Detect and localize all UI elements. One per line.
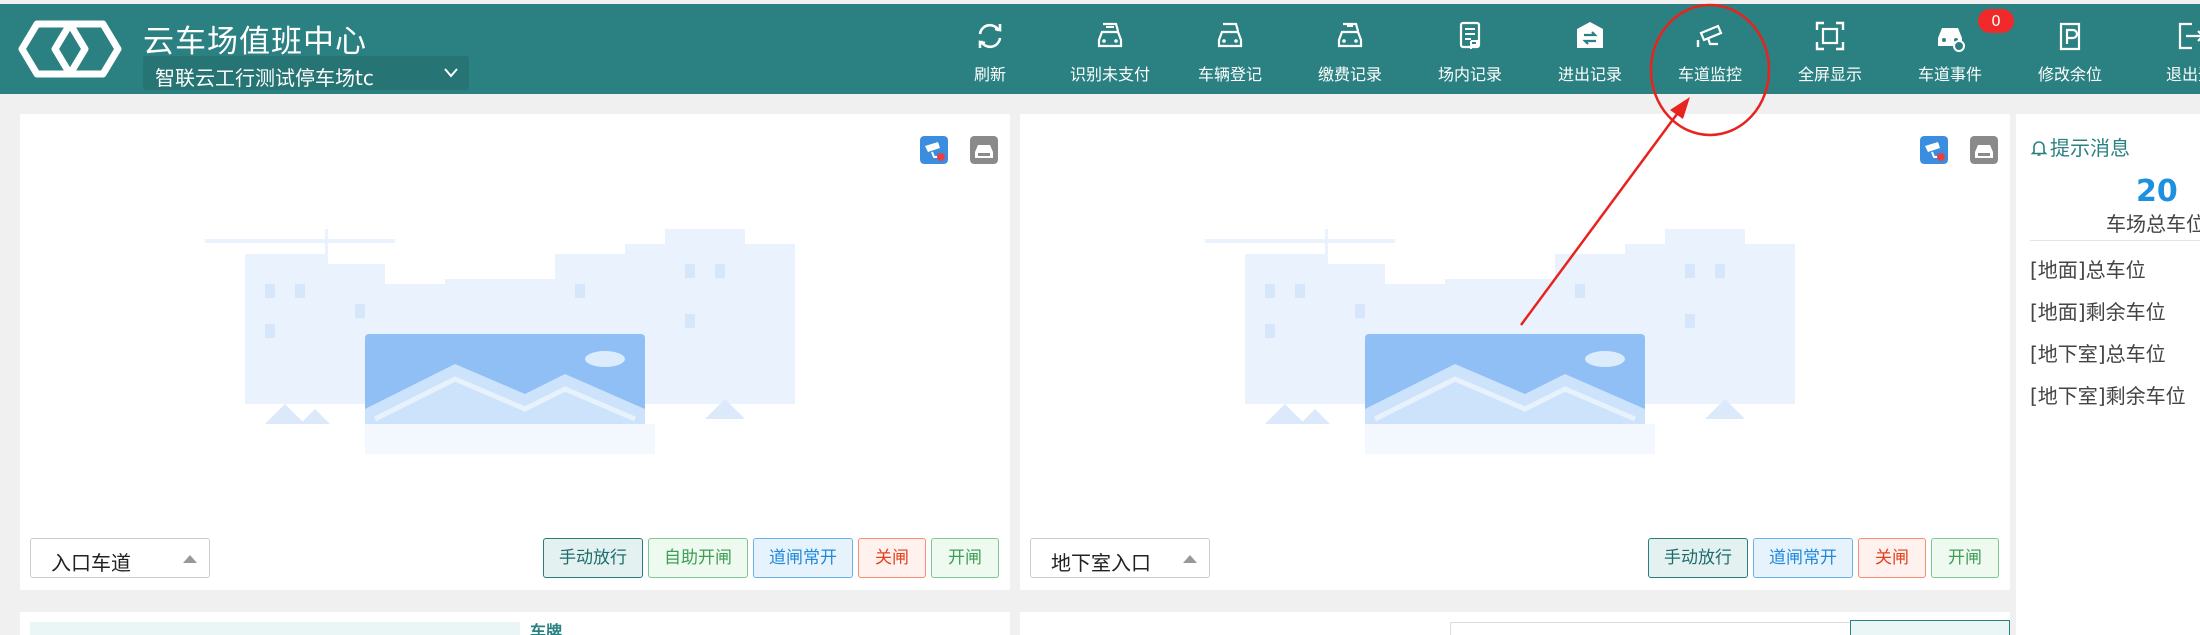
fullscreen-label: 全屏显示 [1797,65,1862,84]
camera-view-icon[interactable] [920,136,948,164]
in-lot-records-button[interactable]: 场内记录 [1410,4,1530,94]
register-label: 车辆登记 [1197,65,1262,84]
in-lot-records-label: 场内记录 [1437,65,1502,84]
lane-events-button[interactable]: 车道事件 0 [1890,4,2014,94]
logout-button[interactable]: 退出登 [2130,4,2200,94]
app-title: 云车场值班中心 [143,24,367,60]
parking-lot-select[interactable]: 智联云工行测试停车场tc [143,56,469,90]
refresh-button[interactable]: 刷新 [930,4,1050,94]
barrier-always-open-button[interactable]: 道闸常开 [753,538,853,578]
fullscreen-icon [1815,21,1845,51]
refresh-label: 刷新 [973,65,1006,84]
lane-events-label: 车道事件 [1917,65,1982,84]
fullscreen-button[interactable]: 全屏显示 [1770,4,1890,94]
car-event-icon [1938,28,1965,52]
search-button[interactable] [1850,620,2010,635]
document-icon [1459,21,1481,49]
unpaid-car-icon [1097,22,1123,48]
hint-messages-label: 提示消息 [2050,136,2130,160]
close-barrier-button[interactable]: 关闸 [1858,538,1926,578]
lane-select[interactable]: 地下室入口 [1030,538,1210,578]
lane-monitor-label: 车道监控 [1677,65,1742,84]
lane-select-value: 入口车道 [51,551,131,575]
logout-icon [2178,22,2200,50]
entry-exit-records-button[interactable]: 进出记录 [1530,4,1650,94]
record-panel-2 [1020,612,2010,635]
lane-select-value: 地下室入口 [1051,551,1151,575]
logout-label: 退出登 [2165,65,2200,84]
barrier-always-open-button[interactable]: 道闸常开 [1753,538,1853,578]
record-panel-1: 车牌 [20,612,1010,635]
hint-messages[interactable]: 提示消息 [2030,132,2130,161]
parking-lot-value: 智联云工行测试停车场tc [155,66,374,90]
car-view-icon[interactable] [1970,136,1998,164]
lane-panel-1: 入口车道 [20,114,1010,590]
lane-monitor-button[interactable]: 车道监控 [1650,4,1770,94]
no-image-illustration [1205,229,1795,454]
basement-total-row: [地下室]总车位 [2030,342,2166,366]
payment-records-button[interactable]: 缴费记录 [1290,4,1410,94]
divider [2030,240,2200,241]
payment-car-icon [1337,22,1363,48]
entry-exit-records-label: 进出记录 [1557,65,1622,84]
camera-icon [1696,24,1723,47]
app-logo-icon [18,20,122,78]
close-barrier-button[interactable]: 关闸 [858,538,926,578]
payment-records-label: 缴费记录 [1317,65,1382,84]
self-open-button[interactable]: 自助开闸 [648,538,748,578]
chevron-down-icon [444,68,458,78]
lane-panel-2: 地下室入口 [1020,114,2010,590]
basement-remaining-row: [地下室]剩余车位 [2030,384,2186,408]
edit-remaining-label: 修改余位 [2037,65,2102,84]
refresh-icon [978,23,1002,49]
manual-release-button[interactable]: 手动放行 [543,538,643,578]
camera-view-icon[interactable] [1920,136,1948,164]
record-header [30,622,520,635]
open-barrier-button[interactable]: 开闸 [1931,538,1999,578]
event-count-badge: 0 [1978,9,2014,33]
register-button[interactable]: 车辆登记 [1170,4,1290,94]
no-image-illustration [205,229,795,454]
bell-icon [2030,141,2048,156]
search-input[interactable] [1450,622,1860,635]
lane-select[interactable]: 入口车道 [30,538,210,578]
total-spaces-label: 车场总车位 [2106,212,2200,236]
open-barrier-button[interactable]: 开闸 [931,538,999,578]
info-panel: 提示消息 20 车场总车位 [地面]总车位 [地面]剩余车位 [地下室]总车位 … [2016,114,2200,635]
ground-remaining-row: [地面]剩余车位 [2030,300,2166,324]
car-view-icon[interactable] [970,136,998,164]
total-spaces-count: 20 [2136,174,2178,209]
entry-exit-icon [1577,22,1603,48]
unpaid-button[interactable]: 识别未支付 [1050,4,1170,94]
manual-release-button[interactable]: 手动放行 [1648,538,1748,578]
caret-up-icon [1183,555,1197,563]
ground-total-row: [地面]总车位 [2030,258,2146,282]
register-car-icon [1217,22,1243,48]
caret-up-icon [183,555,197,563]
edit-parking-icon [2059,22,2081,51]
unpaid-label: 识别未支付 [1069,65,1150,84]
edit-remaining-button[interactable]: 修改余位 [2010,4,2130,94]
plate-label: 车牌 [530,622,563,635]
top-bar: 云车场值班中心 智联云工行测试停车场tc 刷新 识别未支付 车辆登记 缴费记录 … [0,4,2200,94]
